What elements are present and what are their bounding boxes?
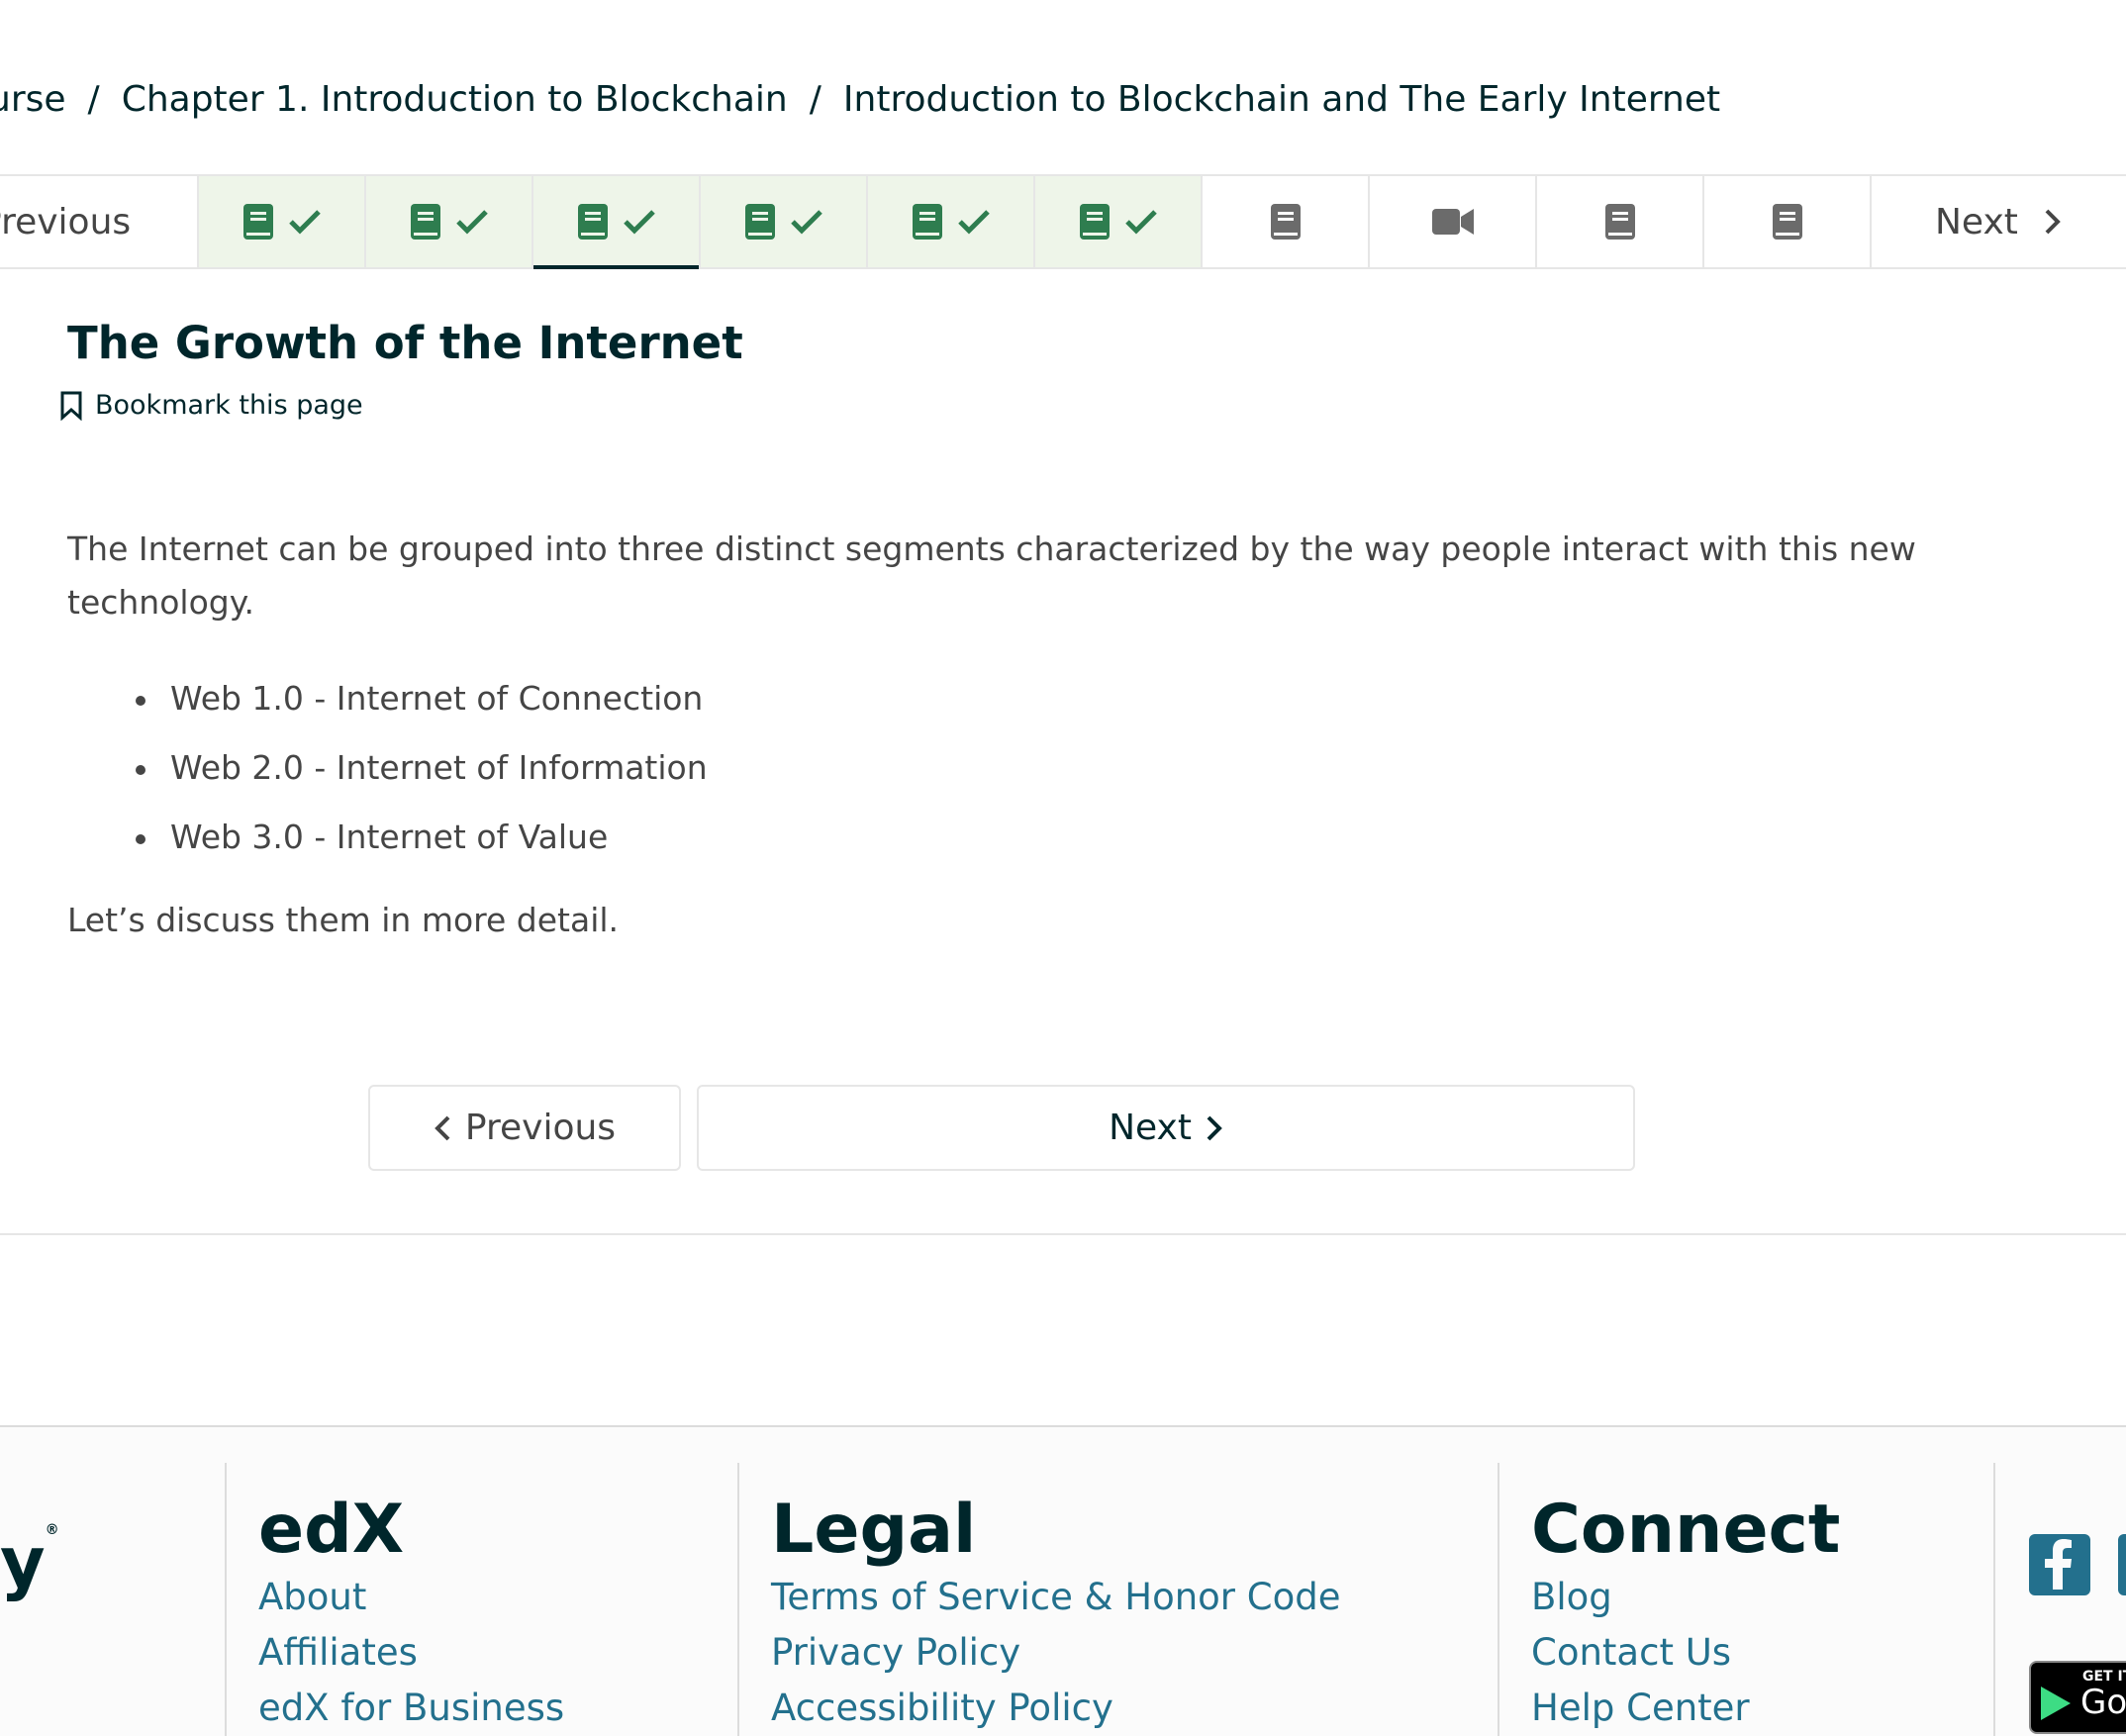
- unit-tab-7[interactable]: [1203, 176, 1370, 267]
- book-icon: [1079, 204, 1110, 240]
- book-icon: [1604, 204, 1635, 240]
- unit-tab-8[interactable]: [1370, 176, 1537, 267]
- footer-link-accessibility[interactable]: Accessibility Policy: [771, 1681, 1498, 1736]
- unit-tab-9[interactable]: [1537, 176, 1704, 267]
- check-icon: [623, 210, 655, 235]
- footer-link-privacy[interactable]: Privacy Policy: [771, 1625, 1498, 1681]
- sequence-previous-button[interactable]: Previous: [0, 176, 199, 267]
- footer-heading-connect: Connect: [1531, 1491, 1841, 1569]
- unit-tab-4[interactable]: [701, 176, 868, 267]
- footer-link-edx-for-business[interactable]: edX for Business: [258, 1681, 737, 1736]
- bookmark-icon: [60, 391, 82, 421]
- outro-paragraph: Let’s discuss them in more detail.: [67, 901, 620, 939]
- footer-heading-legal: Legal: [771, 1491, 977, 1569]
- breadcrumb: ourse / Chapter 1. Introduction to Block…: [0, 75, 1720, 123]
- breadcrumb-course[interactable]: ourse: [0, 79, 66, 120]
- footer-logo[interactable]: y®: [0, 1522, 59, 1603]
- book-icon: [577, 204, 608, 240]
- breadcrumb-separator: /: [87, 78, 100, 120]
- intro-paragraph: The Internet can be grouped into three d…: [67, 530, 1916, 622]
- sequence-next-label: Next: [1935, 201, 2018, 242]
- bookmark-label: Bookmark this page: [95, 390, 363, 421]
- google-play-badge[interactable]: GET IT Goo: [2029, 1661, 2126, 1734]
- bookmark-button[interactable]: Bookmark this page: [59, 390, 363, 421]
- book-icon: [744, 204, 775, 240]
- breadcrumb-separator: /: [809, 78, 821, 120]
- unit-tab-6[interactable]: [1035, 176, 1203, 267]
- footer-logo-text: y: [0, 1522, 46, 1603]
- footer-link-about[interactable]: About: [258, 1570, 737, 1625]
- next-button[interactable]: Next: [697, 1085, 1635, 1171]
- web-eras-list: Web 1.0 - Internet of Connection Web 2.0…: [136, 671, 708, 879]
- footer-link-help-center[interactable]: Help Center: [1531, 1681, 1993, 1736]
- check-icon: [288, 210, 321, 235]
- footer-link-terms[interactable]: Terms of Service & Honor Code: [771, 1570, 1498, 1625]
- list-item: Web 1.0 - Internet of Connection: [136, 671, 708, 740]
- check-icon: [790, 210, 822, 235]
- unit-tab-10[interactable]: [1704, 176, 1872, 267]
- book-icon: [1772, 204, 1802, 240]
- footer-column-social: GET IT Goo: [1993, 1463, 2126, 1736]
- chevron-left-icon: [435, 1115, 450, 1140]
- sequence-previous-label: Previous: [0, 201, 132, 242]
- list-item: Web 2.0 - Internet of Information: [136, 740, 708, 810]
- facebook-icon[interactable]: [2029, 1534, 2090, 1595]
- google-play-big-text: Goo: [2080, 1683, 2126, 1722]
- check-icon: [455, 210, 488, 235]
- list-item: Web 3.0 - Internet of Value: [136, 810, 708, 879]
- google-play-icon: [2041, 1687, 2071, 1720]
- previous-label: Previous: [464, 1108, 617, 1148]
- sequence-next-button[interactable]: Next: [1872, 176, 2126, 267]
- sequence-navigation: Previous Next: [0, 174, 2126, 269]
- footer-link-affiliates[interactable]: Affiliates: [258, 1625, 737, 1681]
- footer-link-blog[interactable]: Blog: [1531, 1570, 1993, 1625]
- book-icon: [1270, 204, 1301, 240]
- breadcrumb-subsection: Introduction to Blockchain and The Early…: [842, 78, 1721, 120]
- video-icon: [1431, 209, 1474, 235]
- book-icon: [410, 204, 440, 240]
- book-icon: [242, 204, 273, 240]
- check-icon: [957, 210, 990, 235]
- footer-column-legal: Legal Terms of Service & Honor Code Priv…: [737, 1463, 1498, 1736]
- next-label: Next: [1109, 1108, 1192, 1148]
- check-icon: [1124, 210, 1157, 235]
- footer-column-edx: edX About Affiliates edX for Business: [225, 1463, 737, 1736]
- unit-tab-1[interactable]: [199, 176, 366, 267]
- chevron-right-icon: [1207, 1115, 1222, 1140]
- content-divider: [0, 1233, 2126, 1235]
- breadcrumb-chapter[interactable]: Chapter 1. Introduction to Blockchain: [122, 79, 788, 120]
- footer-link-contact-us[interactable]: Contact Us: [1531, 1625, 1993, 1681]
- footer-heading-edx: edX: [258, 1491, 405, 1569]
- footer-column-connect: Connect Blog Contact Us Help Center: [1498, 1463, 1993, 1736]
- facebook-glyph: [2045, 1539, 2072, 1590]
- footer-logo-registered-mark: ®: [45, 1522, 59, 1538]
- unit-tab-3-active[interactable]: [533, 176, 701, 269]
- site-footer: y® edX About Affiliates edX for Business…: [0, 1425, 2126, 1736]
- book-icon: [912, 204, 942, 240]
- previous-button[interactable]: Previous: [368, 1085, 681, 1171]
- chevron-right-icon: [2045, 209, 2061, 235]
- page-title: The Growth of the Internet: [67, 317, 743, 369]
- unit-tab-5[interactable]: [868, 176, 1035, 267]
- twitter-icon[interactable]: [2118, 1534, 2126, 1595]
- unit-tab-2[interactable]: [366, 176, 533, 267]
